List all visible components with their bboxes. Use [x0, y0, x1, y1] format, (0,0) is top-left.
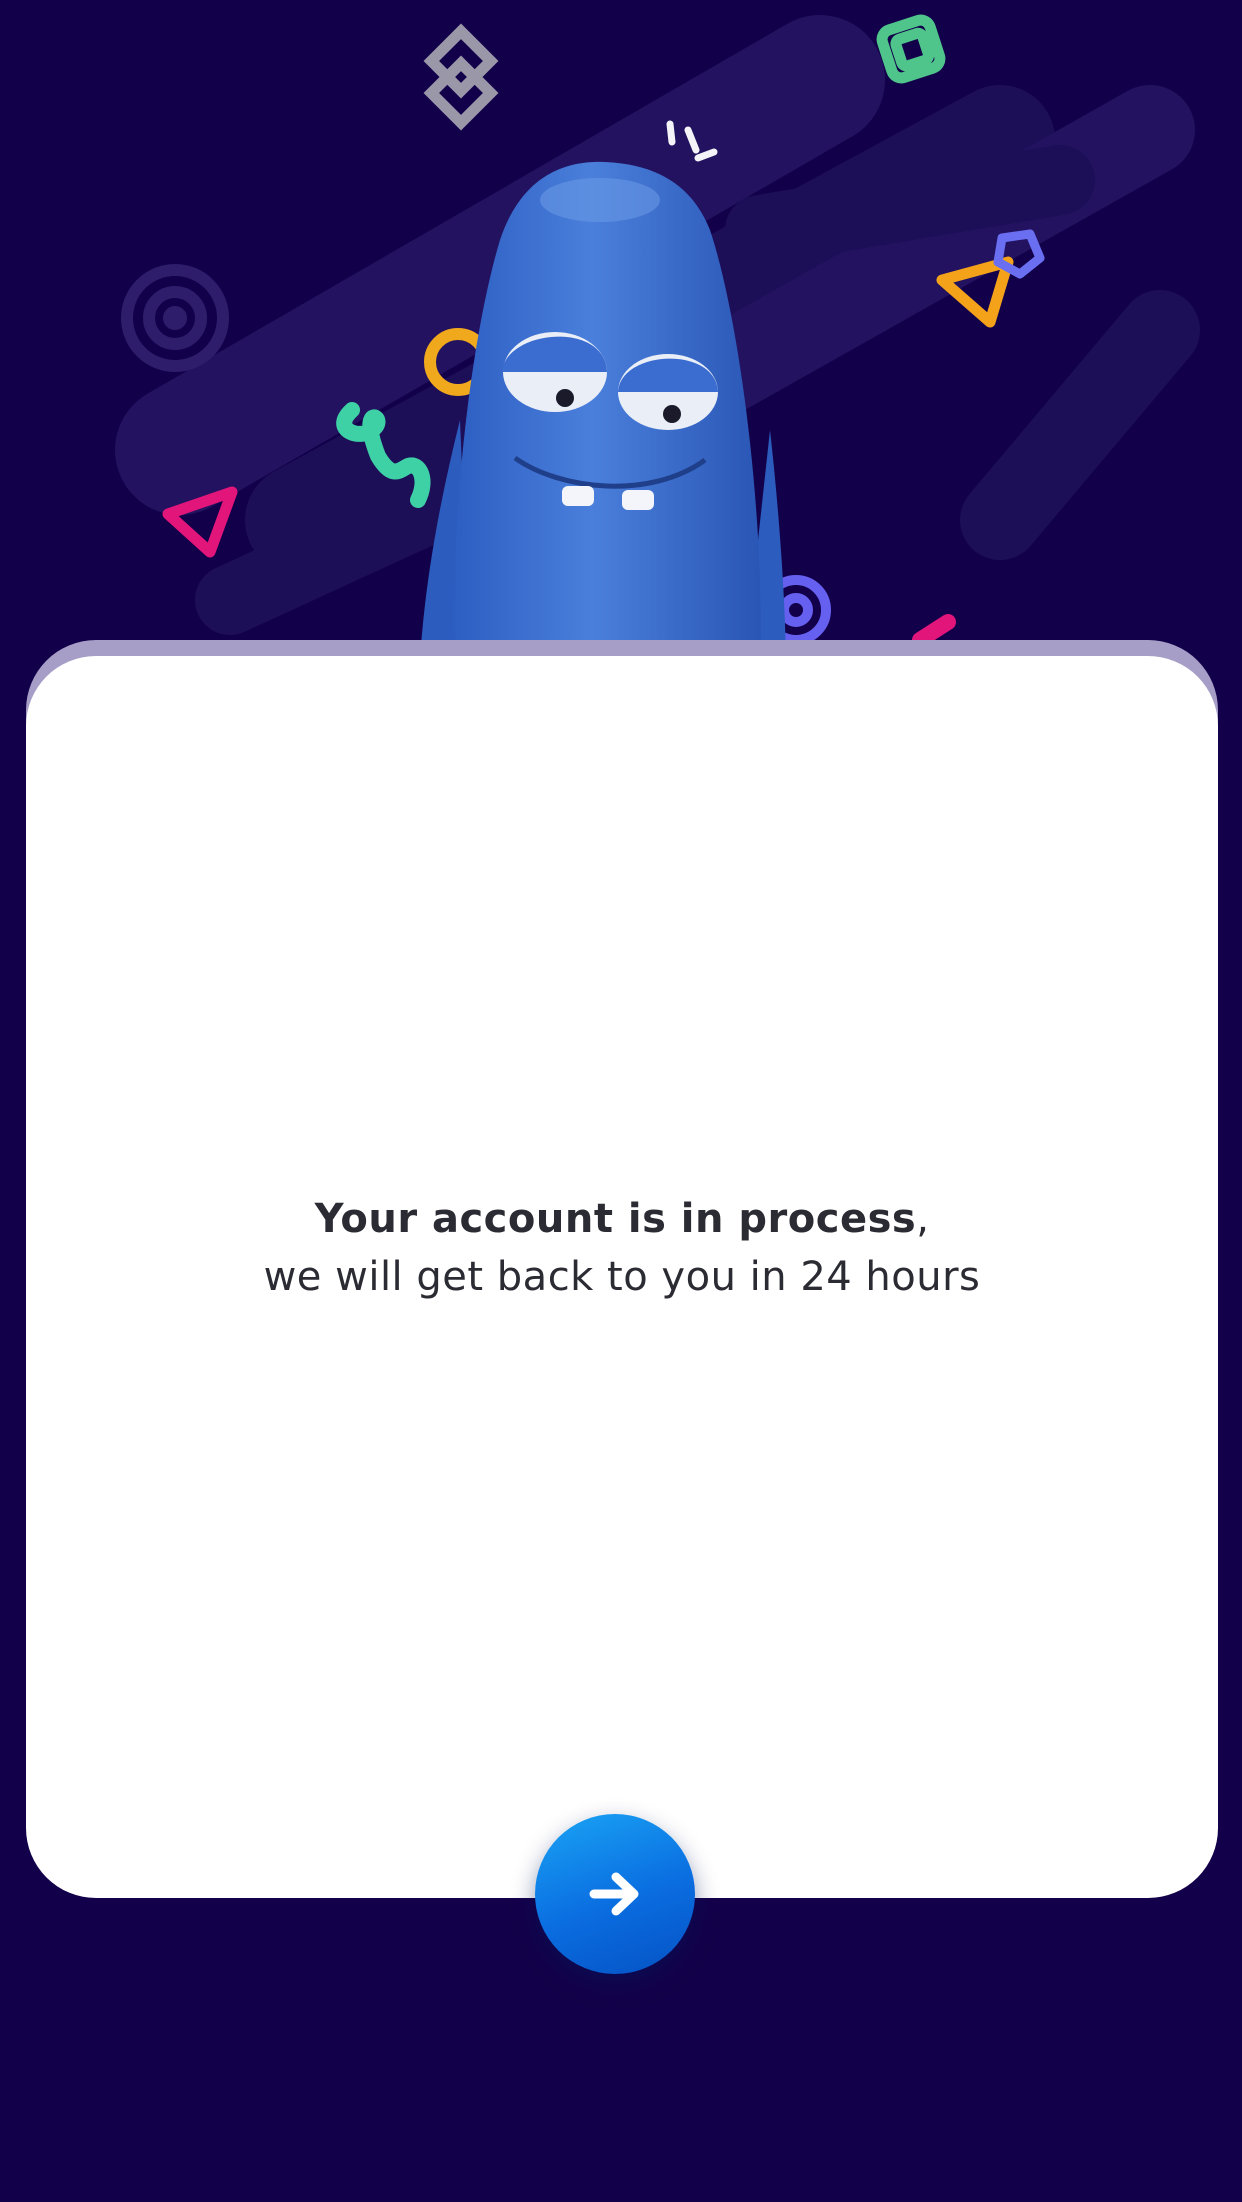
status-message: Your account is in process, we will get … [26, 1190, 1218, 1306]
pink-stroke-icon [912, 614, 956, 648]
status-message-line-1: Your account is in process, [26, 1190, 1218, 1248]
status-message-line-2: we will get back to you in 24 hours [263, 1254, 981, 1300]
green-square-shape-icon [876, 14, 946, 84]
status-message-heading: Your account is in process [314, 1196, 917, 1242]
arrow-right-icon [589, 1872, 639, 1916]
hero-illustration [0, 0, 1242, 680]
diamond-shape-icon [423, 23, 499, 131]
status-message-comma: , [916, 1196, 930, 1242]
target-circle-icon [121, 264, 229, 372]
next-button[interactable] [535, 1814, 695, 1974]
